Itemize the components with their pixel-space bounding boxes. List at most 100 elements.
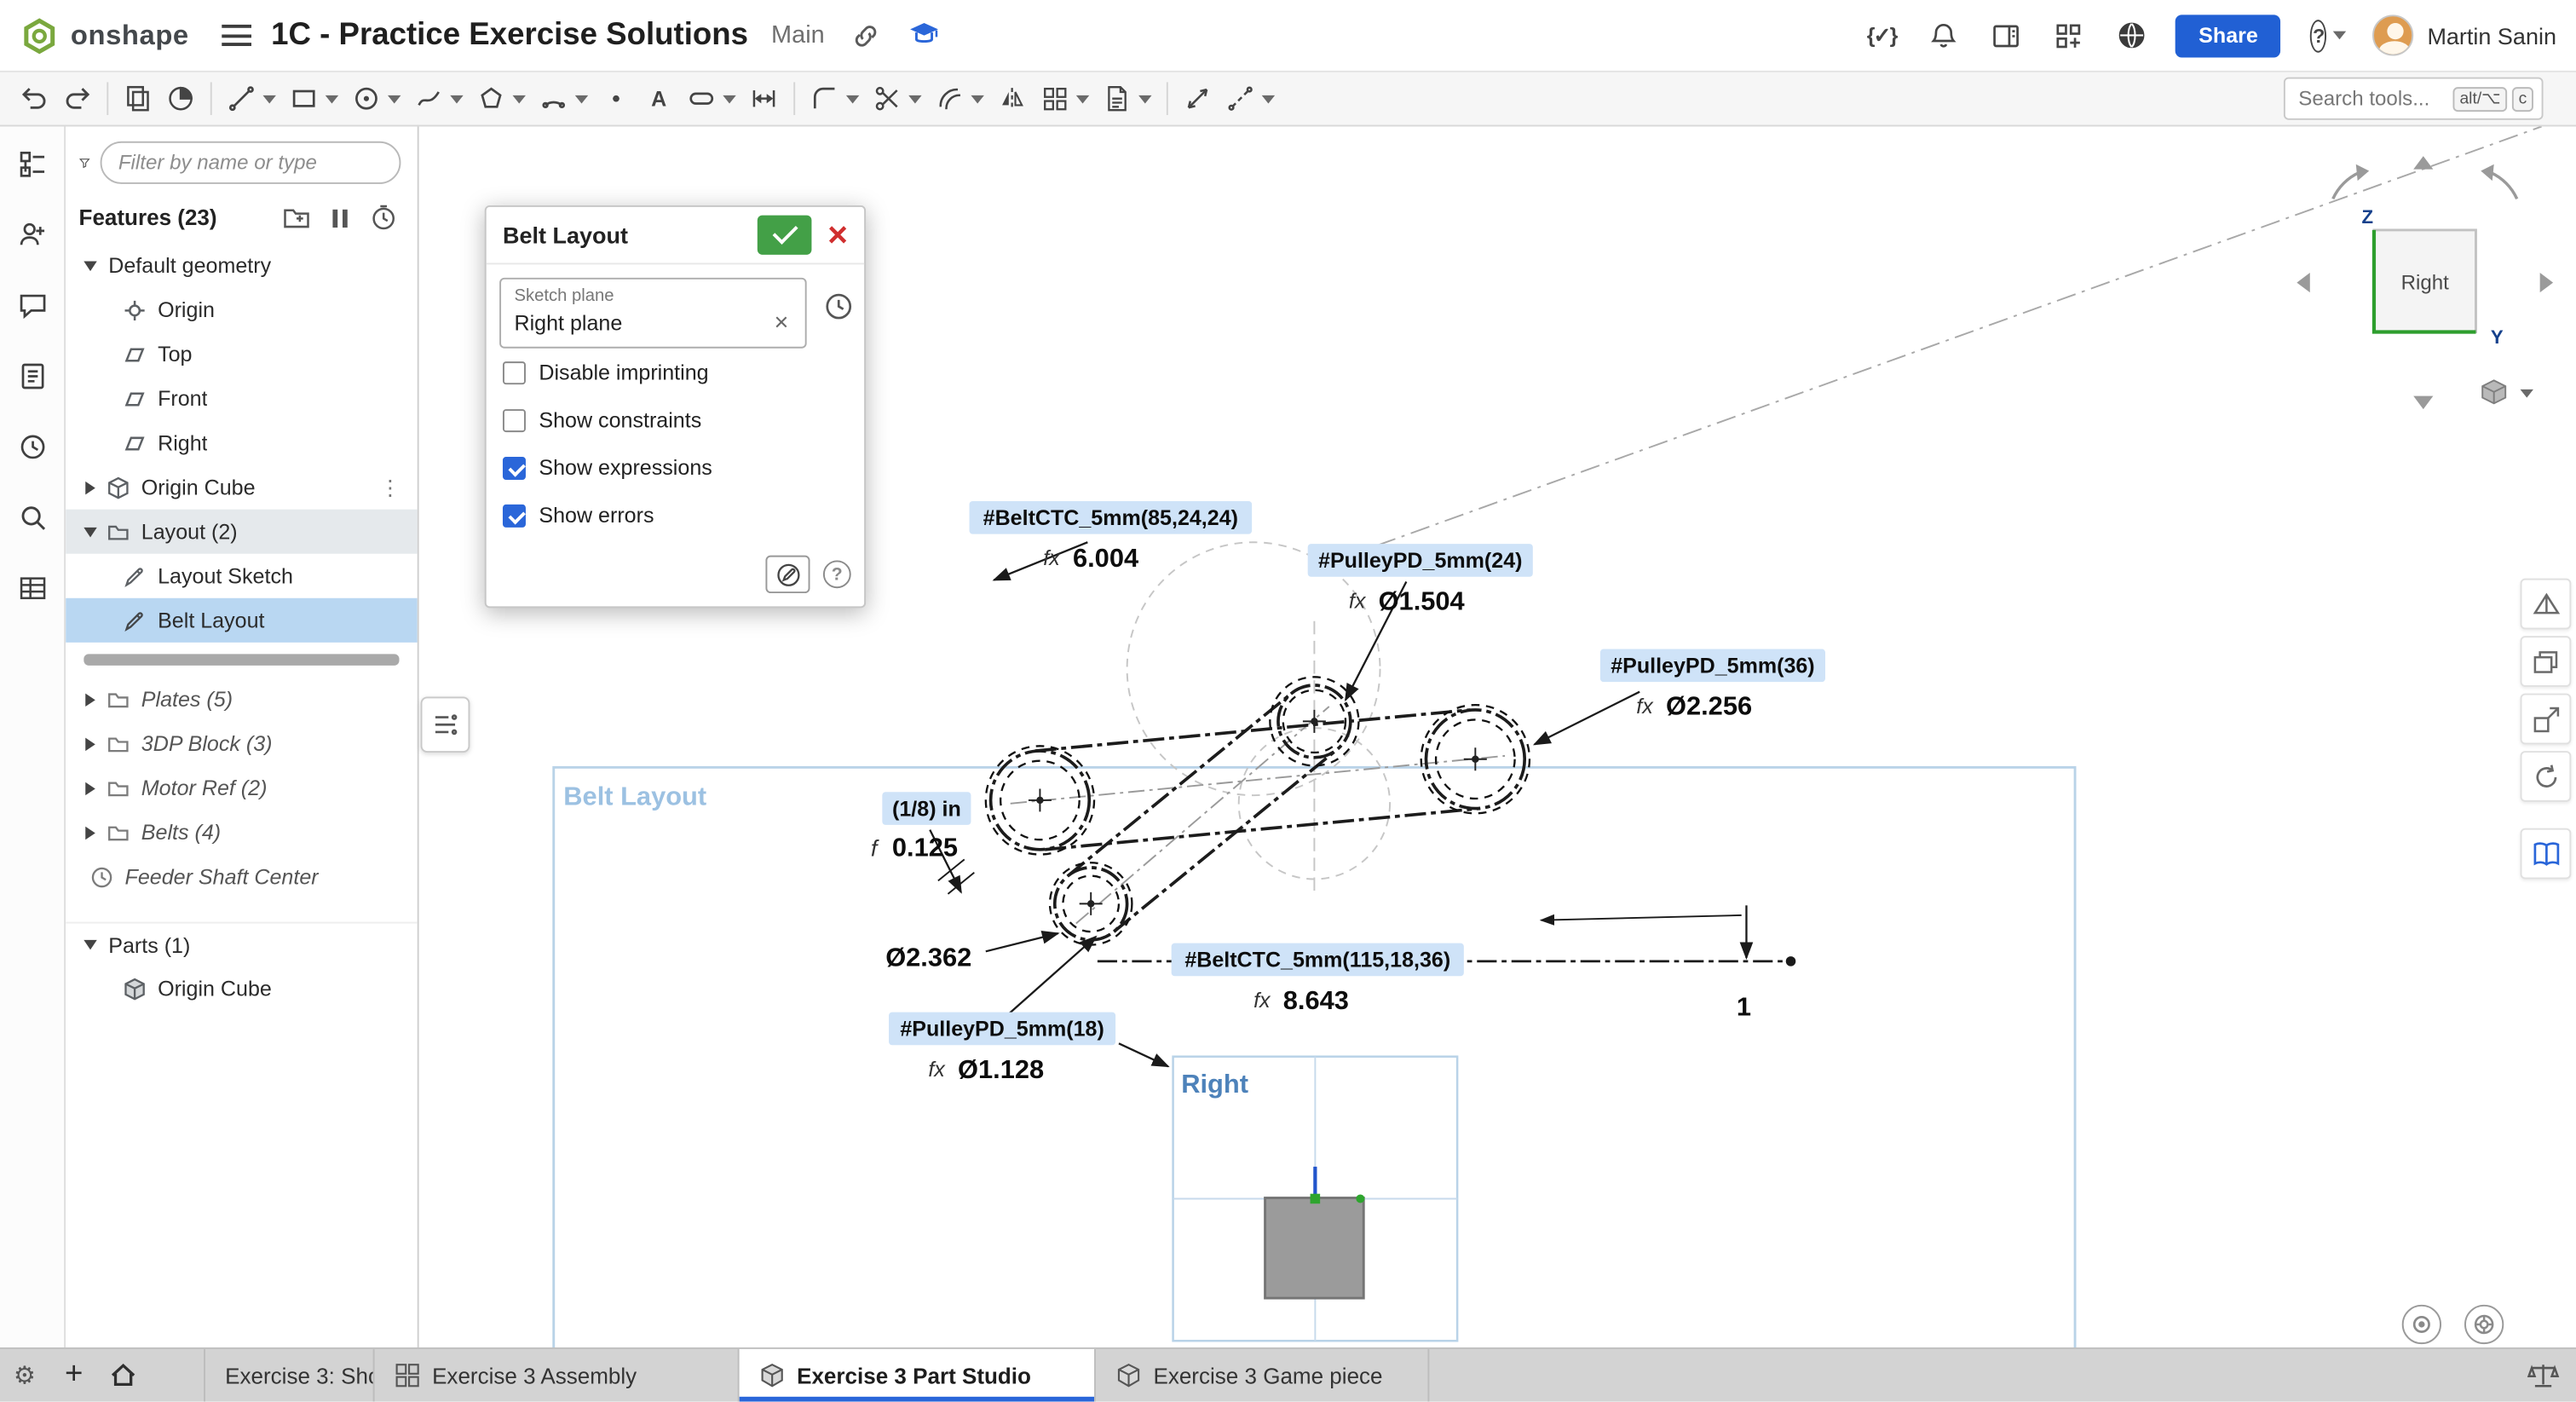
settings-gear-icon[interactable]: ⚙ <box>0 1349 49 1402</box>
collapse-caret-icon[interactable] <box>79 737 102 750</box>
user-avatar[interactable] <box>2373 14 2414 55</box>
dimension-name[interactable]: #PulleyPD_5mm(24) <box>1318 549 1522 573</box>
line-tool-button[interactable] <box>220 78 282 120</box>
share-button[interactable]: Share <box>2175 14 2281 56</box>
isometric-view-button[interactable] <box>2521 579 2572 630</box>
checkbox[interactable] <box>503 504 526 527</box>
dimension-belt2[interactable]: #BeltCTC_5mm(115,18,36) fx 8.643 <box>1172 943 1464 1015</box>
text-tool-button[interactable]: A <box>637 78 680 120</box>
chevron-down-icon[interactable] <box>575 95 588 103</box>
chevron-down-icon[interactable] <box>1076 95 1089 103</box>
spline-tool-button[interactable] <box>407 78 470 120</box>
refresh-view-button[interactable] <box>2521 751 2572 802</box>
origin-cube-section[interactable] <box>1265 1167 1365 1298</box>
dimension-pulley18[interactable]: #PulleyPD_5mm(18) fx Ø1.128 <box>889 1013 1115 1084</box>
rotate-up-arrow[interactable] <box>2413 156 2433 169</box>
balance-scale-icon[interactable] <box>2510 1349 2576 1402</box>
dimension-pulley36[interactable]: #PulleyPD_5mm(36) fx Ø2.256 <box>1600 649 1825 721</box>
regenerate-clock-icon[interactable] <box>370 204 398 232</box>
rotate-down-arrow[interactable] <box>2413 396 2433 409</box>
option-show-errors[interactable]: Show errors <box>499 491 851 539</box>
dimension-name[interactable]: #BeltCTC_5mm(85,24,24) <box>983 506 1238 530</box>
sketch-plane-field[interactable]: Sketch plane Right plane × <box>499 278 807 349</box>
tab-exercise-3-game-piece[interactable]: Exercise 3 Game piece <box>1096 1349 1429 1402</box>
chevron-down-icon[interactable] <box>450 95 463 103</box>
mirror-tool-button[interactable] <box>991 78 1034 120</box>
search-icon[interactable] <box>14 499 49 535</box>
tree-item-top-plane[interactable]: Top <box>66 332 418 376</box>
side-panel-icon[interactable] <box>1988 17 2024 53</box>
expand-caret-icon[interactable] <box>79 527 102 537</box>
chevron-down-icon[interactable] <box>388 95 401 103</box>
tree-item-origin-cube-feature[interactable]: Origin Cube ⋮ <box>66 465 418 510</box>
feature-time-clock-icon[interactable] <box>823 291 855 322</box>
feature-filter-input[interactable] <box>101 141 401 184</box>
dimension-name[interactable]: (1/8) in <box>892 797 961 821</box>
sketch-options-icon[interactable] <box>765 556 810 593</box>
search-tools-input[interactable] <box>2298 87 2448 110</box>
tree-item-motor-ref-folder[interactable]: Motor Ref (2) <box>66 765 418 810</box>
slot-tool-button[interactable] <box>680 78 742 120</box>
chevron-down-icon[interactable] <box>1138 95 1151 103</box>
notifications-bell-icon[interactable] <box>1926 17 1962 53</box>
tab-exercise-3-part-studio[interactable]: Exercise 3 Part Studio <box>740 1349 1096 1402</box>
chevron-down-icon[interactable] <box>262 95 275 103</box>
add-folder-icon[interactable] <box>283 205 311 230</box>
tree-item-plates-folder[interactable]: Plates (5) <box>66 677 418 721</box>
dialog-help-icon[interactable]: ? <box>823 560 851 588</box>
dimension-value[interactable]: Ø2.362 <box>885 943 971 972</box>
tree-item-default-geometry[interactable]: Default geometry <box>66 243 418 287</box>
roll-arrows[interactable] <box>2333 164 2517 199</box>
properties-notes-icon[interactable] <box>14 358 49 394</box>
help-menu[interactable]: ? <box>2311 17 2347 53</box>
point-tool-button[interactable] <box>595 78 637 120</box>
checkbox[interactable] <box>503 456 526 479</box>
expand-caret-icon[interactable] <box>79 940 102 950</box>
option-show-expressions[interactable]: Show expressions <box>499 444 851 492</box>
chevron-down-icon[interactable] <box>326 95 338 103</box>
view-options-menu[interactable] <box>2477 378 2533 407</box>
dialog-header[interactable]: Belt Layout × <box>487 207 864 264</box>
tree-item-origin[interactable]: Origin <box>66 287 418 332</box>
arc-tool-button[interactable] <box>533 78 595 120</box>
polygon-tool-button[interactable] <box>470 78 532 120</box>
collapse-caret-icon[interactable] <box>79 782 102 794</box>
rollback-bar[interactable] <box>84 654 399 665</box>
dimension-value[interactable]: Ø1.128 <box>958 1054 1044 1084</box>
tree-item-front-plane[interactable]: Front <box>66 377 418 421</box>
checkbox[interactable] <box>503 361 526 384</box>
trim-tool-button[interactable] <box>866 78 928 120</box>
learning-center-icon[interactable] <box>907 17 942 53</box>
filter-funnel-icon[interactable] <box>79 149 90 176</box>
history-icon[interactable] <box>14 429 49 464</box>
target-snap-icon[interactable] <box>2402 1305 2441 1344</box>
confirm-button[interactable] <box>757 216 811 255</box>
document-title[interactable]: 1C - Practice Exercise Solutions <box>271 17 748 53</box>
tab-exercise-3-sho[interactable]: Exercise 3: Sho <box>204 1349 375 1402</box>
workspace-name[interactable]: Main <box>771 21 825 49</box>
option-disable-imprinting[interactable]: Disable imprinting <box>499 349 851 396</box>
collapse-caret-icon[interactable] <box>79 693 102 706</box>
rotate-right-arrow[interactable] <box>2540 273 2553 292</box>
view-cube-face-label[interactable]: Right <box>2401 271 2450 294</box>
dimension-tool-button[interactable] <box>742 78 785 120</box>
search-tools-box[interactable]: alt/⌥ c <box>2284 78 2544 120</box>
dimension-value[interactable]: 1 <box>1737 992 1751 1022</box>
dimension-pulley24[interactable]: #PulleyPD_5mm(24) fx Ø1.504 <box>1308 544 1533 615</box>
option-show-constraints[interactable]: Show constraints <box>499 396 851 444</box>
feature-list-flyout-handle[interactable] <box>421 696 470 753</box>
dimension-value[interactable]: 0.125 <box>892 832 958 862</box>
main-menu-icon[interactable] <box>222 25 251 46</box>
redo-button[interactable] <box>56 78 99 120</box>
dimension-value[interactable]: 8.643 <box>1283 985 1349 1015</box>
tree-item-layout-sketch[interactable]: Layout Sketch <box>66 554 418 598</box>
dimension-name[interactable]: #BeltCTC_5mm(115,18,36) <box>1184 949 1450 972</box>
featurescript-icon[interactable]: {✓} <box>1864 17 1899 53</box>
collapse-caret-icon[interactable] <box>79 481 102 493</box>
dimension-value[interactable]: 6.004 <box>1073 543 1138 573</box>
tree-item-3dp-block-folder[interactable]: 3DP Block (3) <box>66 721 418 765</box>
tab-exercise-3-assembly[interactable]: Exercise 3 Assembly <box>375 1349 740 1402</box>
tables-icon[interactable] <box>14 570 49 606</box>
tree-item-origin-cube-part[interactable]: Origin Cube <box>66 966 418 1011</box>
measure-tool-button[interactable] <box>1176 78 1219 120</box>
